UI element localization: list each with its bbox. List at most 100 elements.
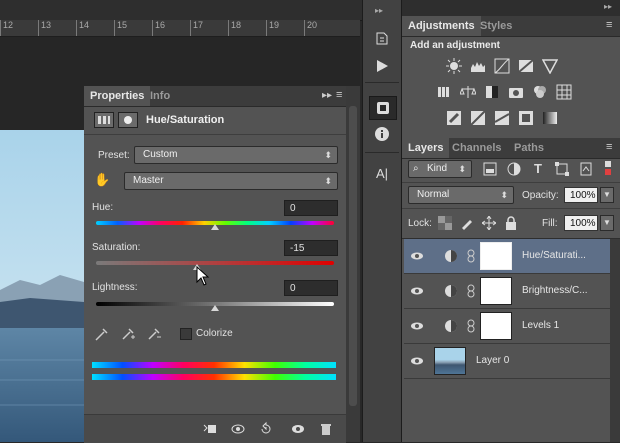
opacity-dropdown-icon[interactable]: ▼ [600,187,614,203]
divider [402,182,620,183]
lock-position-icon[interactable] [482,216,498,232]
properties-toggle[interactable] [369,96,397,120]
photo-filter-icon[interactable] [508,84,524,100]
filter-adjustment-icon[interactable] [506,161,522,177]
selective-color-icon[interactable] [518,110,534,126]
play-actions-icon[interactable] [374,58,390,74]
eyedropper-add-icon[interactable] [120,326,136,342]
exposure-icon[interactable] [518,58,534,74]
lightness-input[interactable]: 0 [284,280,338,296]
targeted-adjustment-hand-icon[interactable]: ✋ [94,172,110,188]
filter-shape-icon[interactable] [554,161,570,177]
filter-toggle[interactable] [604,160,612,178]
levels-icon[interactable] [470,58,486,74]
collapse-icon[interactable]: ▸▸ [375,6,383,15]
layer-row-brightness-contrast[interactable]: Brightness/C... [404,274,610,309]
mask-icon[interactable] [118,112,138,128]
layer-row-levels[interactable]: Levels 1 [404,309,610,344]
layer-row-layer-0[interactable]: Layer 0 [404,344,610,379]
clip-to-layer-icon[interactable] [202,421,218,437]
preset-label: Preset: [98,150,130,161]
visibility-eye-icon[interactable] [290,421,306,437]
layer-mask-thumbnail[interactable] [480,277,512,305]
lock-transparency-icon[interactable] [438,216,454,232]
collapse-icon[interactable]: ▸▸ [322,90,332,101]
colorize-label: Colorize [196,328,233,339]
blend-mode-select[interactable]: Normal ⬍ [408,186,514,204]
curves-icon[interactable] [494,58,510,74]
fill-dropdown-icon[interactable]: ▼ [600,215,614,231]
adjustment-title: Hue/Saturation [146,114,225,126]
visibility-eye-icon[interactable] [410,284,424,298]
document-image [0,130,84,442]
ruler-tick: 12 [0,20,13,36]
history-icon[interactable] [374,30,390,46]
collapse-icon[interactable]: ▸▸ [604,2,612,11]
adjustment-icon[interactable] [94,112,114,128]
hue-slider-thumb[interactable] [211,224,219,230]
panel-menu-icon[interactable]: ≡ [606,141,612,153]
black-white-icon[interactable] [484,84,500,100]
layer-mask-thumbnail[interactable] [480,242,512,270]
opacity-input[interactable]: 100% [564,187,598,203]
color-lookup-icon[interactable] [556,84,572,100]
visibility-eye-icon[interactable] [410,319,424,333]
lightness-slider-thumb[interactable] [211,305,219,311]
preset-select[interactable]: Custom ⬍ [134,146,338,164]
fill-input[interactable]: 100% [564,215,598,231]
lock-all-icon[interactable] [504,216,520,232]
layer-image-thumbnail[interactable] [434,347,466,375]
chain-link-icon[interactable] [466,319,476,333]
eyedropper-subtract-icon[interactable] [146,326,162,342]
chain-link-icon[interactable] [466,284,476,298]
character-icon[interactable]: A| [374,166,390,182]
scrollbar-thumb[interactable] [349,106,357,406]
color-balance-icon[interactable] [460,84,476,100]
view-previous-state-icon[interactable] [230,421,246,437]
panel-menu-icon[interactable]: ≡ [336,89,342,101]
tab-adjustments[interactable]: Adjustments [402,16,481,36]
layer-row-hue-saturation[interactable]: Hue/Saturati... [404,239,610,274]
layer-name: Layer 0 [476,355,510,366]
preset-value: Custom [143,149,178,160]
layer-mask-thumbnail[interactable] [480,312,512,340]
tool-column: ▸▸ A| [362,0,402,442]
filter-pixel-icon[interactable] [482,161,498,177]
tab-styles[interactable]: Styles [474,16,518,36]
saturation-input[interactable]: -15 [284,240,338,256]
colorize-checkbox[interactable] [180,328,192,340]
reset-icon[interactable] [258,421,274,437]
tab-layers[interactable]: Layers [402,138,450,158]
posterize-icon[interactable] [470,110,486,126]
ruler-tick: 15 [114,20,127,36]
tab-properties[interactable]: Properties [84,86,151,106]
tab-channels[interactable]: Channels [446,138,508,158]
info-icon[interactable] [374,126,390,142]
range-select[interactable]: Master ⬍ [124,172,338,190]
visibility-eye-icon[interactable] [410,354,424,368]
tab-paths[interactable]: Paths [508,138,550,158]
chain-link-icon[interactable] [466,249,476,263]
lock-pixels-icon[interactable] [460,216,476,232]
threshold-icon[interactable] [494,110,510,126]
filter-smart-object-icon[interactable] [578,161,594,177]
eyedropper-icon[interactable] [94,326,110,342]
channel-mixer-icon[interactable] [532,84,548,100]
search-icon: ⌕ [413,163,419,174]
filter-type-icon[interactable]: T [530,161,546,177]
trash-icon[interactable] [318,421,334,437]
gradient-map-icon[interactable] [542,110,558,126]
saturation-slider-track[interactable] [96,261,334,265]
properties-scrollbar[interactable] [346,86,360,442]
filter-kind-select[interactable]: ⌕ Kind ⬍ [408,160,472,178]
visibility-eye-icon[interactable] [410,249,424,263]
hue-input[interactable]: 0 [284,200,338,216]
panel-menu-icon[interactable]: ≡ [606,19,612,31]
filter-kind-value: Kind [427,163,448,174]
layers-scrollbar[interactable] [610,239,620,442]
hue-saturation-icon[interactable] [436,84,452,100]
invert-icon[interactable] [446,110,462,126]
tab-info[interactable]: Info [144,86,176,106]
brightness-contrast-icon[interactable] [446,58,462,74]
vibrance-icon[interactable] [542,58,558,74]
